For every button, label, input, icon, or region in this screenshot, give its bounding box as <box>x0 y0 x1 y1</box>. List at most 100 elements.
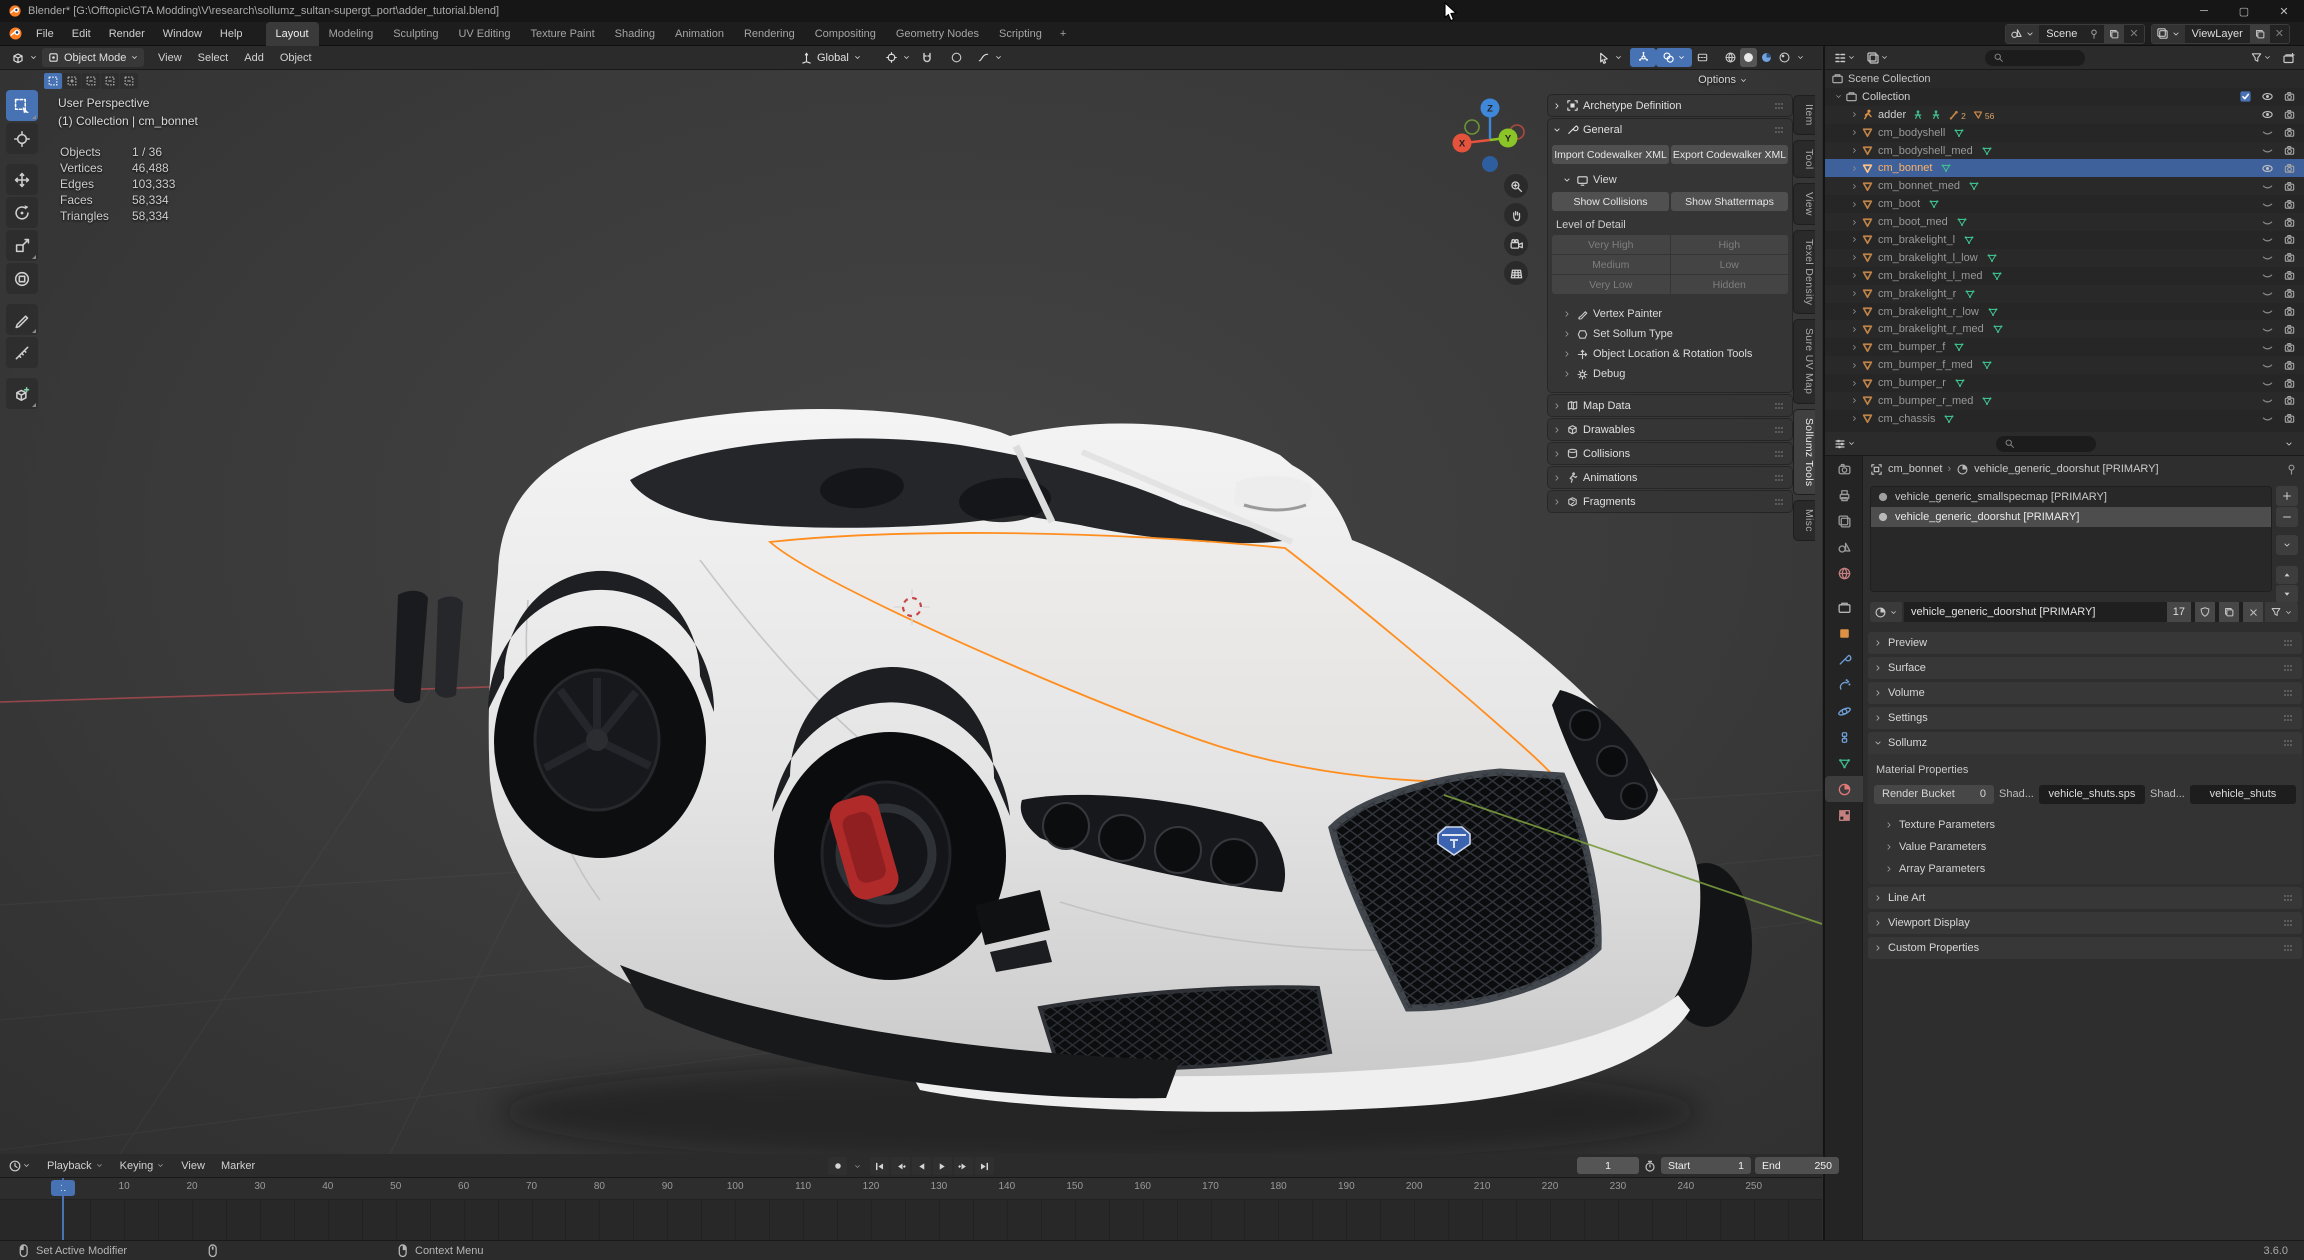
outliner-row-cm_brakelight_l_med[interactable]: cm_brakelight_l_med <box>1825 267 2304 285</box>
outliner-row-cm_bonnet_med[interactable]: cm_bonnet_med <box>1825 177 2304 196</box>
shading-solid-button[interactable] <box>1740 48 1757 67</box>
eye-closed-icon[interactable] <box>2261 198 2274 211</box>
eye-closed-icon[interactable] <box>2261 180 2274 193</box>
properties-tab-data[interactable] <box>1825 750 1863 776</box>
shader-sps-field[interactable]: vehicle_shuts.sps <box>2038 784 2145 804</box>
tool-annotate-button[interactable] <box>6 304 38 335</box>
properties-tab-tex[interactable] <box>1825 802 1863 828</box>
slot-specials-button[interactable] <box>2276 535 2298 555</box>
sidebar-tab-sollumz-tools[interactable]: Sollumz Tools <box>1793 408 1815 496</box>
panel-collisions[interactable]: Collisions <box>1548 443 1792 464</box>
camera-visibility-icon[interactable] <box>2283 90 2296 103</box>
tool-cursor-button[interactable] <box>6 123 38 154</box>
nextkey-button[interactable] <box>954 1157 973 1175</box>
disclosure-icon[interactable] <box>1847 307 1861 316</box>
viewport-menu-add[interactable]: Add <box>236 46 272 70</box>
timeline-editor-icon[interactable] <box>8 1159 22 1173</box>
filter-icon[interactable] <box>2250 51 2263 64</box>
panel-archetype-definition[interactable]: Archetype Definition <box>1548 95 1792 116</box>
eye-closed-icon[interactable] <box>2261 305 2274 318</box>
add-workspace-button[interactable]: + <box>1052 28 1074 40</box>
properties-tab-render[interactable] <box>1825 456 1863 482</box>
copy-material-button[interactable] <box>2219 602 2239 622</box>
subpanel-value-parameters[interactable]: Value Parameters <box>1874 836 2296 858</box>
panel-fragments[interactable]: Fragments <box>1548 491 1792 512</box>
play-button[interactable] <box>933 1157 952 1175</box>
camera-visibility-icon[interactable] <box>2283 108 2296 121</box>
lod-medium-button[interactable]: Medium <box>1552 255 1670 274</box>
workspace-tab-uv-editing[interactable]: UV Editing <box>448 22 520 46</box>
current-frame-field[interactable]: 1 <box>1577 1157 1639 1174</box>
overlays-toggle[interactable] <box>1656 48 1692 67</box>
panel-drawables[interactable]: Drawables <box>1548 419 1792 440</box>
workspace-tab-rendering[interactable]: Rendering <box>734 22 805 46</box>
disclosure-icon[interactable] <box>1831 92 1845 101</box>
export-codewalker-button[interactable]: Export Codewalker XML <box>1671 145 1788 164</box>
gizmo-axis-neg-z[interactable] <box>1482 156 1498 172</box>
auto-key-button[interactable] <box>828 1157 847 1175</box>
camera-visibility-icon[interactable] <box>2283 198 2296 211</box>
remove-slot-button[interactable] <box>2276 507 2298 527</box>
timeline-track[interactable] <box>0 1200 1822 1240</box>
select-mode-1[interactable] <box>63 73 81 89</box>
eye-closed-icon[interactable] <box>2261 394 2274 407</box>
material-slot[interactable]: vehicle_generic_smallspecmap [PRIMARY] <box>1871 487 2271 507</box>
outliner-row-cm_bumper_f_med[interactable]: cm_bumper_f_med <box>1825 356 2304 375</box>
material-filter-button[interactable] <box>2265 602 2298 622</box>
camera-visibility-icon[interactable] <box>2283 305 2296 318</box>
subpanel-debug[interactable]: Debug <box>1552 364 1788 384</box>
eye-closed-icon[interactable] <box>2261 144 2274 157</box>
nav-hand-button[interactable] <box>1504 203 1528 227</box>
sidebar-tab-view[interactable]: View <box>1793 183 1815 225</box>
subpanel-object-location-rotation-tools[interactable]: Object Location & Rotation Tools <box>1552 344 1788 364</box>
disclosure-icon[interactable] <box>1847 289 1861 298</box>
minimize-button[interactable]: ─ <box>2184 0 2224 22</box>
outliner-row-cm_bumper_r_med[interactable]: cm_bumper_r_med <box>1825 392 2304 410</box>
disclosure-icon[interactable] <box>1847 218 1861 227</box>
lod-high-button[interactable]: High <box>1670 235 1788 254</box>
eye-open-icon[interactable] <box>2261 162 2274 175</box>
camera-visibility-icon[interactable] <box>2283 216 2296 229</box>
viewport-menu-select[interactable]: Select <box>190 46 237 70</box>
viewport-menu-object[interactable]: Object <box>272 46 320 70</box>
shading-wireframe-button[interactable] <box>1722 48 1739 67</box>
material-slot[interactable]: vehicle_generic_doorshut [PRIMARY] <box>1871 507 2271 527</box>
import-codewalker-button[interactable]: Import Codewalker XML <box>1552 145 1669 164</box>
subpanel-texture-parameters[interactable]: Texture Parameters <box>1874 814 2296 836</box>
exclude-checkbox[interactable] <box>2239 90 2252 103</box>
camera-visibility-icon[interactable] <box>2283 323 2296 336</box>
disclosure-icon[interactable] <box>1847 379 1861 388</box>
editor-type-button[interactable] <box>6 48 43 67</box>
outliner-row-cm_bodyshell_med[interactable]: cm_bodyshell_med <box>1825 141 2304 160</box>
camera-visibility-icon[interactable] <box>2283 412 2296 425</box>
properties-tab-object[interactable] <box>1825 620 1863 646</box>
disclosure-icon[interactable] <box>1847 271 1861 280</box>
eye-closed-icon[interactable] <box>2261 323 2274 336</box>
shading-rendered-button[interactable] <box>1776 48 1793 67</box>
eye-closed-icon[interactable] <box>2261 126 2274 139</box>
disclosure-icon[interactable] <box>1847 325 1861 334</box>
gizmo-axis-neg-y[interactable] <box>1464 119 1480 135</box>
prevkey-button[interactable] <box>891 1157 910 1175</box>
new-collection-icon[interactable] <box>2282 51 2296 65</box>
camera-visibility-icon[interactable] <box>2283 394 2296 407</box>
outliner-row-cm_brakelight_r_med[interactable]: cm_brakelight_r_med <box>1825 320 2304 339</box>
sidebar-tab-item[interactable]: Item <box>1793 95 1815 135</box>
maximize-button[interactable]: ▢ <box>2224 0 2264 22</box>
eye-closed-icon[interactable] <box>2261 269 2274 282</box>
disclosure-icon[interactable] <box>1847 343 1861 352</box>
nav-camera-button[interactable] <box>1504 232 1528 256</box>
breadcrumb-material[interactable]: vehicle_generic_doorshut [PRIMARY] <box>1974 463 2158 475</box>
tool-transform-button[interactable] <box>6 263 38 294</box>
snap-target-button[interactable] <box>880 48 916 67</box>
select-mode-3[interactable] <box>101 73 119 89</box>
disclosure-icon[interactable] <box>1847 200 1861 209</box>
subpanel-view-header[interactable]: View <box>1552 170 1788 190</box>
select-mode-2[interactable] <box>82 73 100 89</box>
falloff-button[interactable] <box>972 48 1008 67</box>
camera-visibility-icon[interactable] <box>2283 251 2296 264</box>
timeline-menu-view[interactable]: View <box>173 1154 213 1178</box>
camera-visibility-icon[interactable] <box>2283 126 2296 139</box>
viewlayer-selector[interactable]: ViewLayer ✕ <box>2150 23 2290 44</box>
panel-header[interactable]: Map Data <box>1548 395 1792 416</box>
